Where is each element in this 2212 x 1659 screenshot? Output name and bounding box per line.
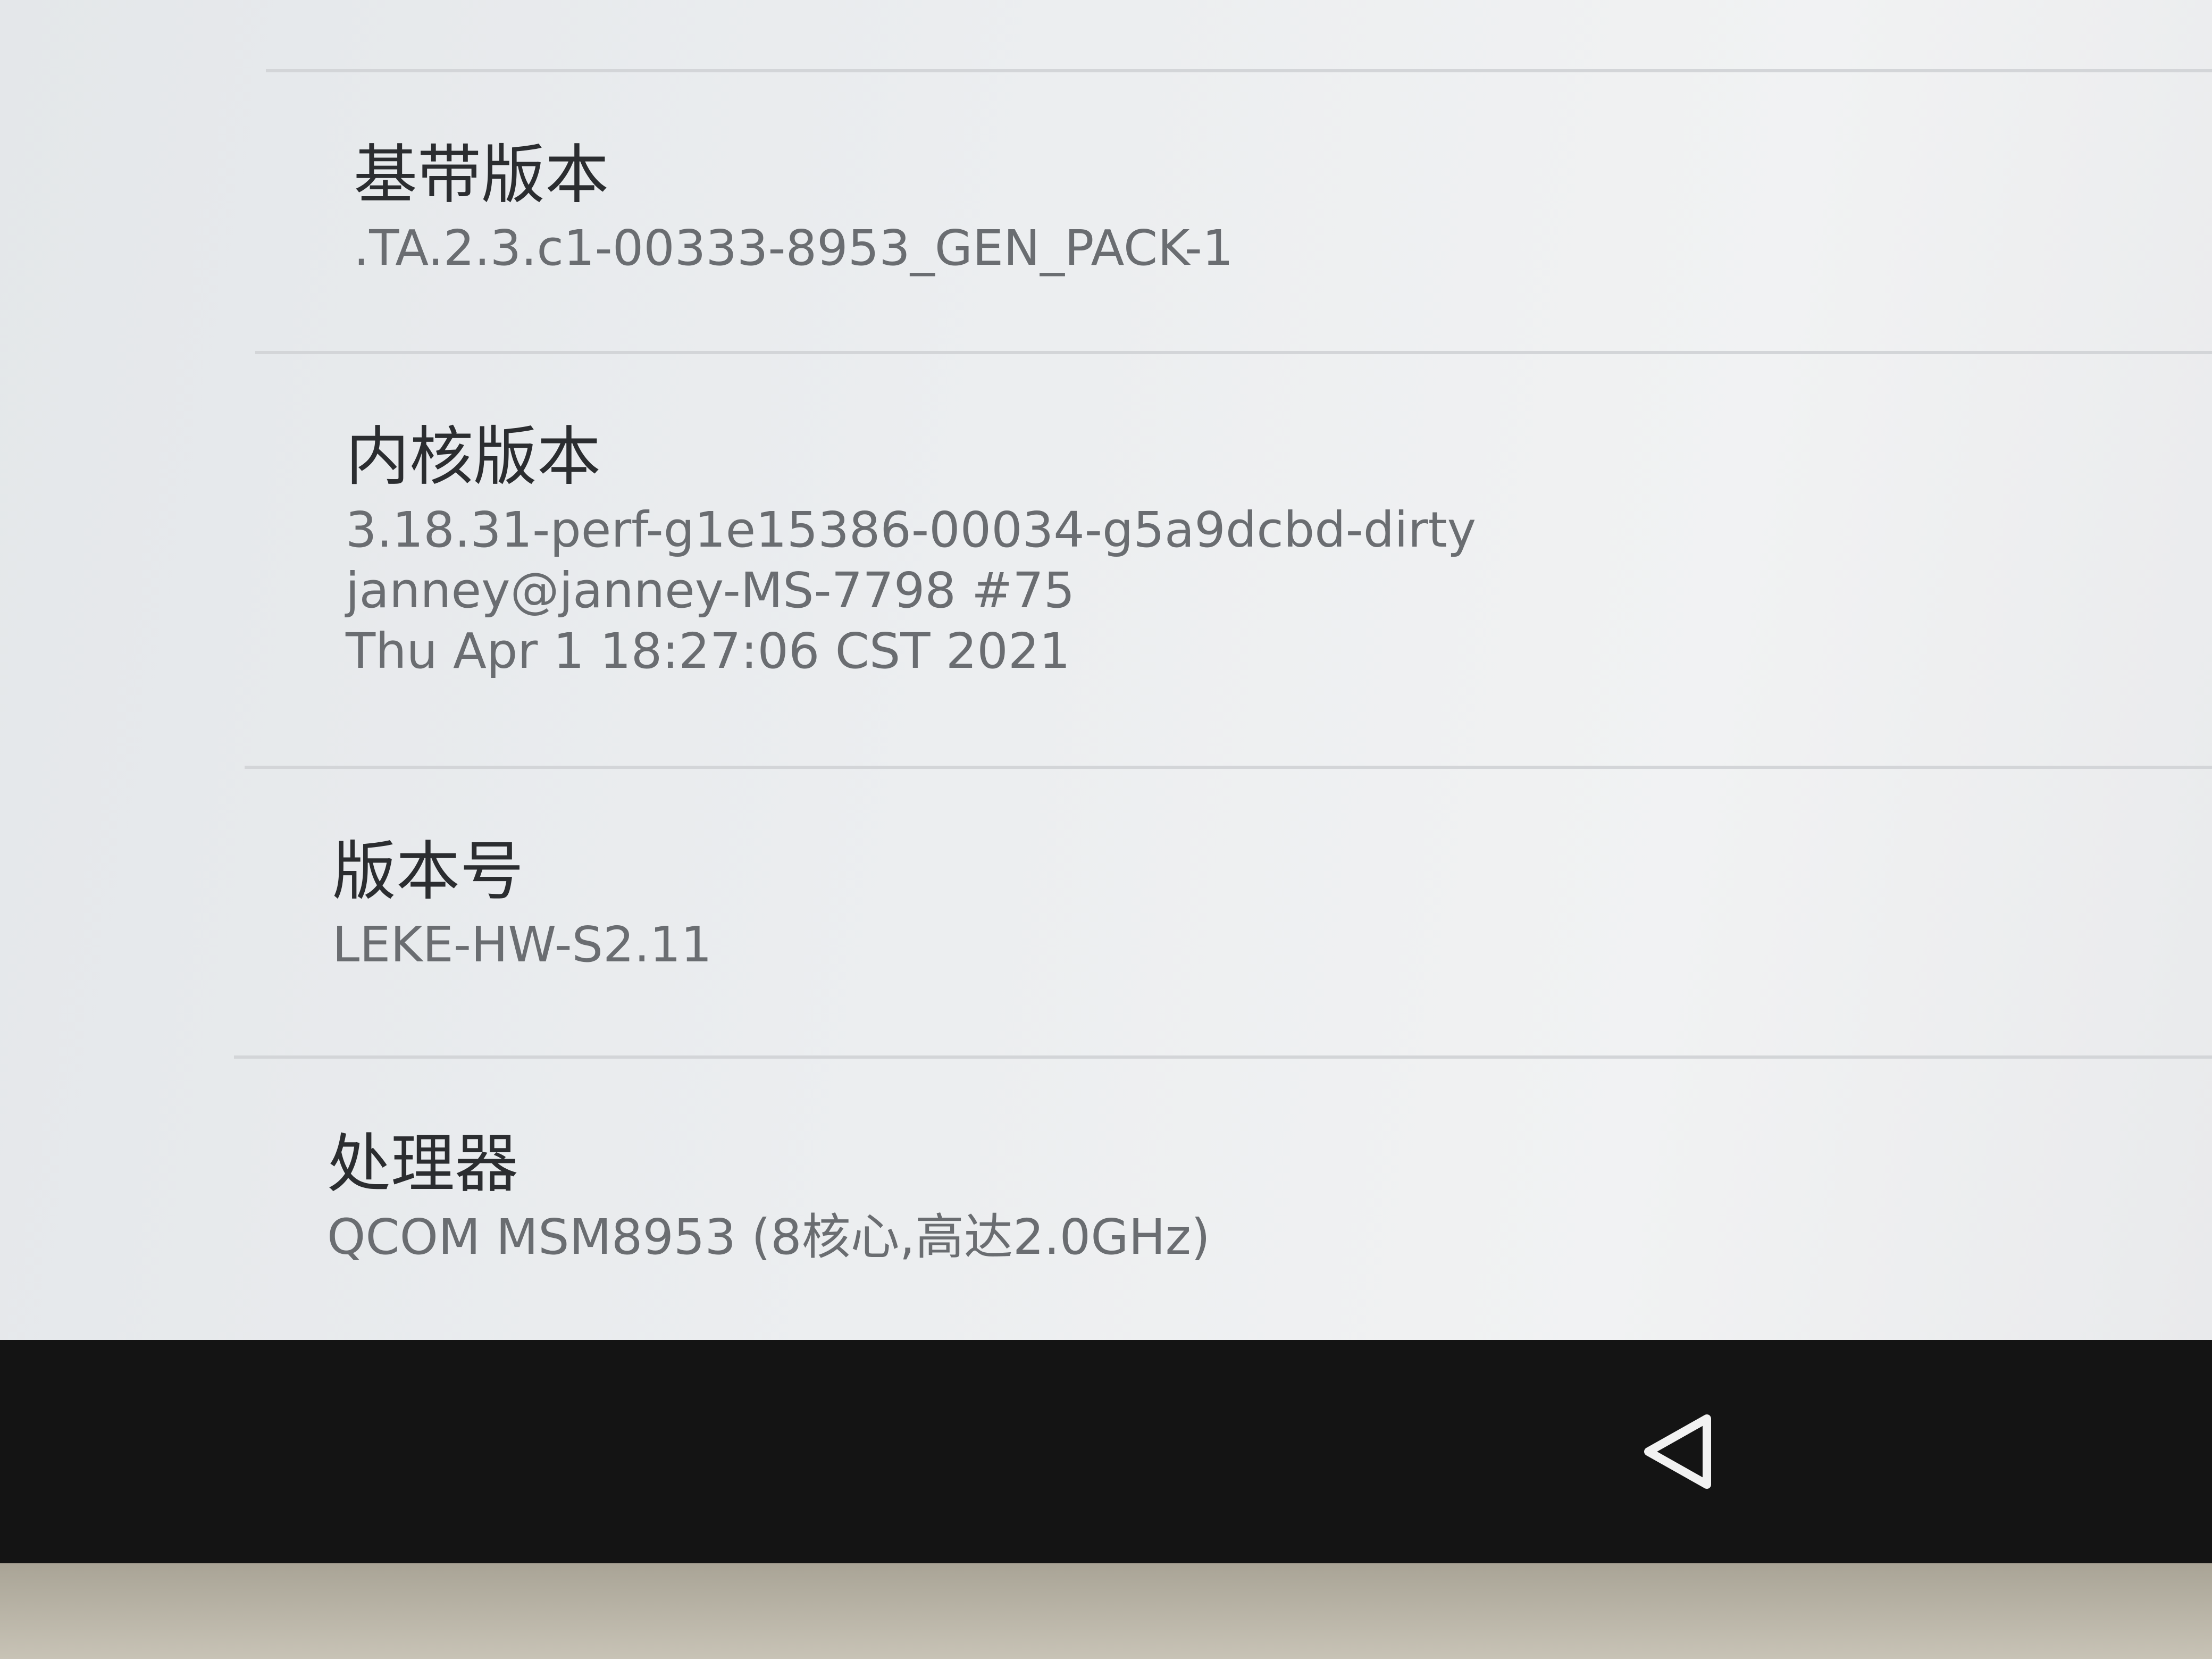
pref-title: 处理器: [327, 1127, 518, 1201]
divider: [245, 766, 2212, 769]
back-triangle-icon: [1644, 1414, 1711, 1489]
pref-build-number[interactable]: 版本号 LEKE-HW-S2.11: [332, 835, 2212, 975]
divider: [234, 1055, 2212, 1059]
pref-summary-line: 3.18.31-perf-g1e15386-00034-g5a9dcbd-dir…: [346, 501, 1477, 558]
pref-summary: .TA.2.3.c1-00333-8953_GEN_PACK-1: [354, 220, 1234, 276]
pref-baseband-version[interactable]: 基带版本 .TA.2.3.c1-00333-8953_GEN_PACK-1: [354, 138, 2212, 279]
pref-kernel-version[interactable]: 内核版本 3.18.31-perf-g1e15386-00034-g5a9dcb…: [346, 420, 2212, 682]
pref-title: 内核版本: [346, 420, 601, 494]
divider: [255, 351, 2212, 354]
pref-title: 基带版本: [354, 138, 609, 212]
pref-summary: LEKE-HW-S2.11: [332, 916, 712, 973]
device-bezel: [0, 1563, 2212, 1659]
pref-processor[interactable]: 处理器 QCOM MSM8953 (8核心,高达2.0GHz): [327, 1127, 2212, 1268]
pref-summary: QCOM MSM8953 (8核心,高达2.0GHz): [327, 1209, 1210, 1266]
divider: [266, 69, 2212, 72]
pref-title: 版本号: [332, 835, 524, 909]
settings-screen: 基带版本 .TA.2.3.c1-00333-8953_GEN_PACK-1 内核…: [0, 0, 2212, 1340]
back-button[interactable]: [1638, 1409, 1723, 1494]
pref-summary-line: janney@janney-MS-7798 #75: [346, 562, 1075, 619]
pref-summary-line: Thu Apr 1 18:27:06 CST 2021: [346, 623, 1070, 680]
navigation-bar: [0, 1340, 2212, 1563]
